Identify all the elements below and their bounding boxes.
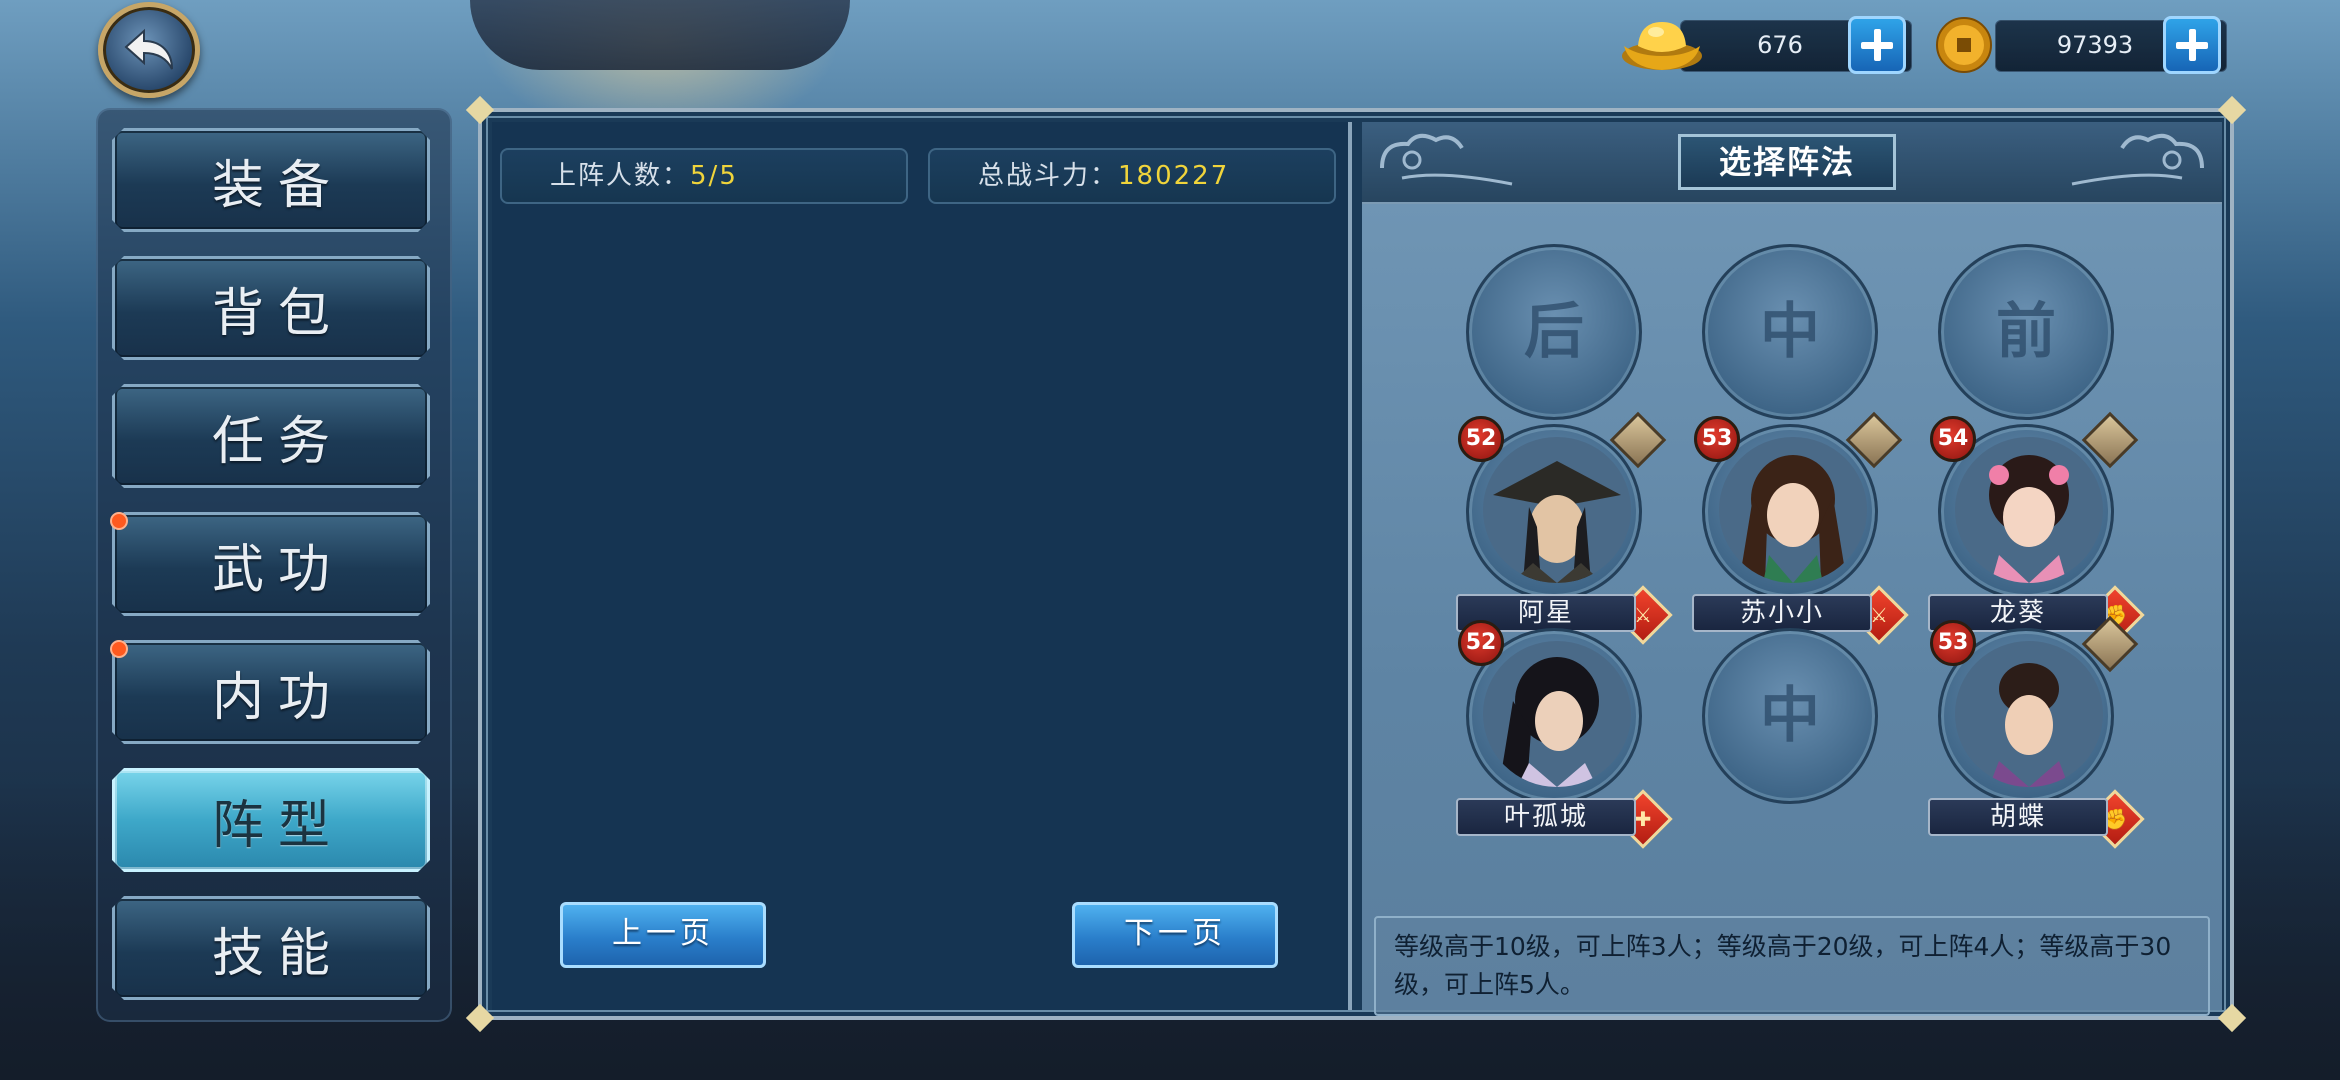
notification-dot [110,640,128,658]
cloud-ornament-icon [1380,133,1513,186]
menu-item-backpack[interactable]: 背包 [112,256,430,360]
hero-level-badge: 53 [1694,416,1740,462]
members-value: 5/5 [690,161,738,191]
notification-dot [110,512,128,530]
menu-item-formation[interactable]: 阵型 [112,768,430,872]
hero-name-plate: 胡蝶 [1928,798,2108,836]
formation-row-back: 后 [1466,244,1642,420]
coin-currency: 97393 [1935,16,2227,74]
side-menu: 装备 背包 任务 武功 内功 阵型 技能 [96,108,452,1022]
corner-ornament [2217,95,2247,125]
row-label: 前 [1996,297,2056,367]
power-label: 总战斗力： [978,161,1119,191]
menu-item-label: 装备 [211,155,344,216]
formation-row-front: 前 [1938,244,2114,420]
menu-item-martial-arts[interactable]: 武功 [112,512,430,616]
cloud-ornament-icon [2071,133,2204,186]
hero-level-badge: 52 [1458,416,1504,462]
background-pavilion-roof [470,0,850,70]
hero-portrait [1955,641,2103,787]
row-label: 中 [1760,681,1820,751]
hero-level-badge: 54 [1930,416,1976,462]
formation-panel: 上阵人数：5/5 总战斗力：180227 上一页 下一页 选择阵法 后 中 前 … [465,95,2247,1033]
menu-item-label: 内功 [211,667,344,728]
menu-item-inner-power[interactable]: 内功 [112,640,430,744]
next-page-button[interactable]: 下一页 [1072,902,1278,968]
power-stat: 总战斗力：180227 [928,148,1336,204]
row-label: 后 [1524,297,1584,367]
gold-ingot-icon [1622,22,1702,70]
power-value: 180227 [1118,161,1230,191]
menu-item-label: 任务 [211,411,344,472]
formation-grid: 后 中 前 52 ⚔ 阿星 53 ⚔ 苏小小 54 ✊ 龙葵 52 ✚ 叶孤城 … [1362,204,2222,1016]
coin-add-button[interactable] [2163,16,2221,74]
formation-header: 选择阵法 [1362,122,2222,204]
back-button[interactable] [98,2,200,98]
hero-name-plate: 叶孤城 [1456,798,1636,836]
menu-item-label: 背包 [211,283,344,344]
back-arrow-icon [124,28,173,70]
formation-tip-text: 等级高于10级，可上阵3人；等级高于20级，可上阵4人；等级高于30级，可上阵5… [1374,916,2210,1016]
prev-page-button[interactable]: 上一页 [560,902,766,968]
members-label: 上阵人数： [550,161,691,191]
formation-grid-panel: 选择阵法 后 中 前 52 ⚔ 阿星 53 ⚔ 苏小小 54 ✊ 龙葵 52 ✚… [1362,122,2222,1016]
copper-coin-icon [1936,17,1992,73]
hero-level-badge: 53 [1930,620,1976,666]
menu-item-label: 技能 [211,923,344,984]
hero-portrait [1483,641,1631,787]
hero-portrait [1483,437,1631,583]
menu-item-equipment[interactable]: 装备 [112,128,430,232]
empty-formation-slot[interactable]: 中 [1702,628,1878,804]
menu-item-label: 阵型 [211,795,344,856]
menu-item-label: 武功 [211,539,344,600]
hero-list-panel: 上阵人数：5/5 总战斗力：180227 上一页 下一页 [492,122,1352,1010]
row-label: 中 [1760,297,1820,367]
formation-title[interactable]: 选择阵法 [1678,134,1896,190]
members-stat: 上阵人数：5/5 [500,148,908,204]
menu-item-skills[interactable]: 技能 [112,896,430,1000]
menu-item-quests[interactable]: 任务 [112,384,430,488]
hero-portrait [1719,437,1867,583]
formation-row-middle: 中 [1702,244,1878,420]
hero-portrait [1955,437,2103,583]
hero-level-badge: 52 [1458,620,1504,666]
hero-name-plate: 苏小小 [1692,594,1872,632]
gold-add-button[interactable] [1848,16,1906,74]
